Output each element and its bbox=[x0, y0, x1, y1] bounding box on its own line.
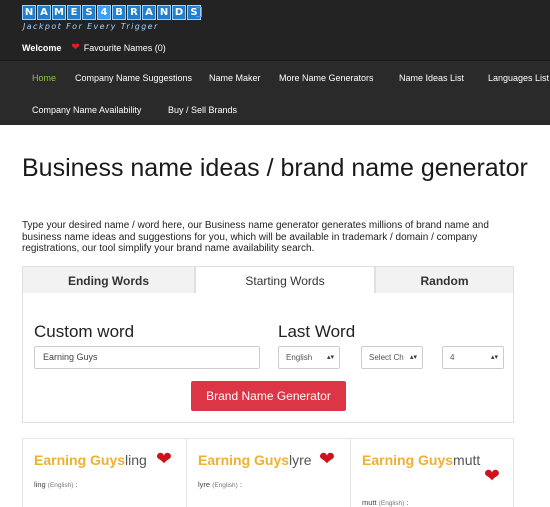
nav-home[interactable]: Home bbox=[32, 73, 56, 83]
logo-letter: R bbox=[127, 5, 141, 20]
logo-letter: B bbox=[112, 5, 126, 20]
result-separator: : bbox=[406, 498, 409, 507]
favourite-names-link[interactable]: Favourite Names (0) bbox=[84, 43, 166, 53]
logo-letter: A bbox=[142, 5, 156, 20]
logo-letters: N A M E S 4 B R A N D S bbox=[22, 5, 202, 20]
logo-letter: M bbox=[52, 5, 66, 20]
welcome-bar: Welcome ❤ Favourite Names (0) bbox=[22, 42, 166, 53]
welcome-text: Welcome bbox=[22, 42, 62, 53]
chevron-updown-icon: ▴▾ bbox=[407, 347, 417, 368]
generator-tabs: Ending Words Starting Words Random bbox=[22, 266, 514, 294]
results-grid: Earning Guysling ❤ ling (English) : Earn… bbox=[22, 438, 514, 507]
result-language: (English) bbox=[378, 500, 405, 507]
result-name[interactable]: Earning Guysling bbox=[34, 452, 147, 468]
logo-letter: S bbox=[82, 5, 96, 20]
result-base-word: Earning Guys bbox=[198, 452, 290, 468]
tab-random[interactable]: Random bbox=[375, 266, 514, 294]
result-word: lyre bbox=[198, 480, 211, 489]
result-word: mutt bbox=[362, 498, 377, 507]
logo-letter: N bbox=[22, 5, 36, 20]
result-separator: : bbox=[239, 480, 243, 489]
count-select-value: 4 bbox=[450, 353, 455, 362]
heart-icon: ❤ bbox=[71, 42, 80, 53]
result-word: ling bbox=[34, 480, 46, 489]
nav-name-ideas-list[interactable]: Name Ideas List bbox=[399, 73, 464, 83]
intro-text: Type your desired name / word here, our … bbox=[22, 220, 489, 254]
logo-tagline: Jackpot For Every Trigger bbox=[23, 22, 159, 31]
page-title: Business name ideas / brand name generat… bbox=[22, 154, 528, 182]
plug-icon bbox=[196, 7, 202, 17]
result-suffix: ling bbox=[125, 452, 147, 468]
result-meaning: mutt (English) : bbox=[362, 498, 409, 507]
heart-icon[interactable]: ❤ bbox=[319, 448, 335, 471]
choice-select-value: Select Ch bbox=[369, 353, 404, 362]
site-header: N A M E S 4 B R A N D S Jackpot For Ever… bbox=[0, 0, 550, 125]
main-nav: Home Company Name Suggestions Name Maker… bbox=[0, 60, 550, 125]
site-logo[interactable]: N A M E S 4 B R A N D S Jackpot For Ever… bbox=[22, 5, 202, 31]
heart-icon[interactable]: ❤ bbox=[484, 465, 500, 488]
result-base-word: Earning Guys bbox=[362, 452, 454, 468]
nav-name-maker[interactable]: Name Maker bbox=[209, 73, 261, 83]
result-card: Earning Guysmutt ❤ mutt (English) : bbox=[351, 439, 515, 507]
logo-letter: A bbox=[37, 5, 51, 20]
result-language: (English) bbox=[212, 482, 238, 489]
nav-buy-sell-brands[interactable]: Buy / Sell Brands bbox=[168, 105, 237, 115]
language-select-value: English bbox=[286, 353, 313, 362]
result-suffix: mutt bbox=[453, 452, 481, 468]
count-select[interactable]: 4 ▴▾ bbox=[442, 346, 504, 369]
result-card: Earning Guysling ❤ ling (English) : bbox=[23, 439, 187, 507]
nav-languages-list[interactable]: Languages List bbox=[488, 73, 549, 83]
result-name[interactable]: Earning Guysmutt bbox=[362, 452, 480, 468]
language-select[interactable]: English ▴▾ bbox=[278, 346, 340, 369]
result-name[interactable]: Earning Guyslyre bbox=[198, 452, 312, 468]
chevron-updown-icon: ▴▾ bbox=[326, 354, 334, 361]
result-separator: : bbox=[75, 480, 78, 489]
brand-name-generator-button[interactable]: Brand Name Generator bbox=[191, 381, 346, 411]
tab-starting-words[interactable]: Starting Words bbox=[195, 266, 375, 294]
result-suffix: lyre bbox=[289, 452, 312, 468]
result-language: (English) bbox=[47, 482, 74, 489]
logo-letter: E bbox=[67, 5, 81, 20]
result-meaning: ling (English) : bbox=[34, 480, 78, 489]
result-card: Earning Guyslyre ❤ lyre (English) : bbox=[187, 439, 351, 507]
custom-word-input[interactable]: Earning Guys bbox=[34, 346, 260, 369]
heart-icon[interactable]: ❤ bbox=[156, 448, 172, 471]
nav-company-name-availability[interactable]: Company Name Availability bbox=[32, 105, 141, 115]
logo-letter: 4 bbox=[97, 5, 111, 20]
result-meaning: lyre (English) : bbox=[198, 480, 242, 489]
nav-more-name-generators[interactable]: More Name Generators bbox=[279, 73, 374, 83]
last-word-label: Last Word bbox=[278, 322, 356, 341]
choice-select[interactable]: Select Ch ▴▾ bbox=[361, 346, 423, 369]
logo-letter: N bbox=[157, 5, 171, 20]
chevron-updown-icon: ▴▾ bbox=[490, 354, 498, 361]
tab-ending-words[interactable]: Ending Words bbox=[22, 266, 195, 294]
custom-word-label: Custom word bbox=[34, 322, 135, 341]
logo-letter: D bbox=[172, 5, 186, 20]
result-base-word: Earning Guys bbox=[34, 452, 126, 468]
nav-company-name-suggestions[interactable]: Company Name Suggestions bbox=[75, 73, 192, 83]
